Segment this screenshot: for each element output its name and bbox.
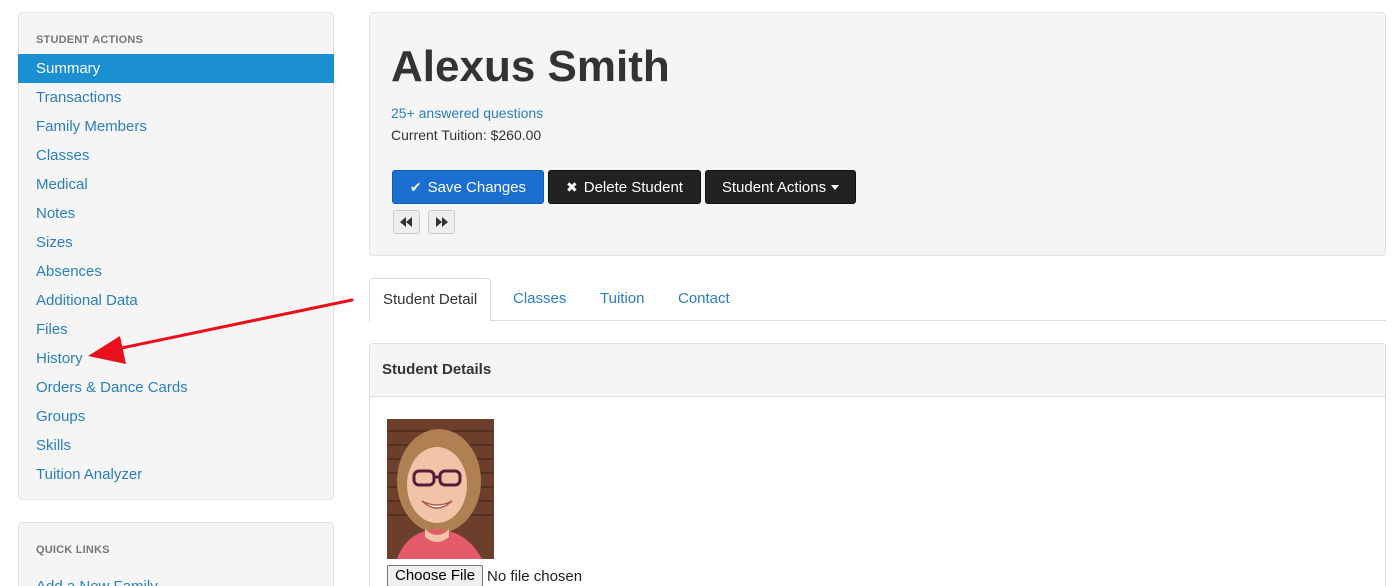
student-actions-label: Student Actions bbox=[721, 178, 827, 196]
student-photo bbox=[387, 419, 494, 559]
student-tabs: Student Detail Classes Tuition Contact bbox=[369, 278, 1386, 322]
previous-student-button[interactable] bbox=[393, 210, 420, 234]
sidebar-item-files[interactable]: Files bbox=[19, 315, 333, 344]
save-changes-label: Save Changes bbox=[427, 178, 527, 196]
student-header-panel: Alexus Smith 25+ answered questions Curr… bbox=[369, 12, 1386, 256]
tab-contact[interactable]: Contact bbox=[678, 278, 730, 321]
file-status: No file chosen bbox=[487, 567, 583, 585]
sidebar-item-tuition-analyzer[interactable]: Tuition Analyzer bbox=[19, 460, 333, 489]
backward-icon bbox=[400, 217, 412, 227]
student-actions-header: STUDENT ACTIONS bbox=[36, 34, 144, 46]
sidebar-item-history[interactable]: History bbox=[19, 344, 333, 373]
sidebar-item-summary[interactable]: Summary bbox=[18, 54, 334, 83]
student-details-heading: Student Details bbox=[370, 344, 1385, 397]
sidebar-item-sizes[interactable]: Sizes bbox=[19, 228, 333, 257]
sidebar-item-orders-dance-cards[interactable]: Orders & Dance Cards bbox=[19, 373, 333, 402]
sidebar-item-absences[interactable]: Absences bbox=[19, 257, 333, 286]
answered-questions-link[interactable]: 25+ answered questions bbox=[391, 105, 543, 121]
quick-links-header: QUICK LINKS bbox=[36, 544, 110, 556]
check-icon: ✔ bbox=[409, 178, 422, 195]
student-actions-panel: STUDENT ACTIONS Summary Transactions Fam… bbox=[18, 12, 334, 500]
quick-link-add-new-family[interactable]: Add a New Family bbox=[19, 572, 333, 586]
sidebar-item-groups[interactable]: Groups bbox=[19, 402, 333, 431]
save-changes-button[interactable]: ✔ Save Changes bbox=[392, 170, 544, 204]
student-actions-dropdown[interactable]: Student Actions bbox=[705, 170, 856, 204]
sidebar-item-classes[interactable]: Classes bbox=[19, 141, 333, 170]
sidebar-item-medical[interactable]: Medical bbox=[19, 170, 333, 199]
tab-student-detail[interactable]: Student Detail bbox=[369, 278, 492, 322]
sidebar-item-notes[interactable]: Notes bbox=[19, 199, 333, 228]
delete-student-button[interactable]: ✖ Delete Student bbox=[548, 170, 701, 204]
choose-file-button[interactable]: Choose File bbox=[387, 565, 484, 586]
photo-upload: Choose File No file chosen bbox=[387, 565, 582, 586]
current-tuition: Current Tuition: $260.00 bbox=[391, 127, 542, 143]
tab-tuition[interactable]: Tuition bbox=[600, 278, 644, 321]
student-details-panel: Student Details Choose File No file chos… bbox=[369, 343, 1386, 586]
sidebar-item-transactions[interactable]: Transactions bbox=[19, 83, 333, 112]
student-name: Alexus Smith bbox=[391, 42, 670, 91]
sidebar-item-family-members[interactable]: Family Members bbox=[19, 112, 333, 141]
x-icon: ✖ bbox=[566, 178, 578, 195]
delete-student-label: Delete Student bbox=[583, 178, 683, 196]
sidebar-item-additional-data[interactable]: Additional Data bbox=[19, 286, 333, 315]
student-actions-list: Summary Transactions Family Members Clas… bbox=[18, 54, 334, 489]
quick-links-panel: QUICK LINKS Add a New Family bbox=[18, 522, 334, 586]
next-student-button[interactable] bbox=[428, 210, 455, 234]
quick-links-list: Add a New Family bbox=[19, 572, 333, 586]
tab-classes[interactable]: Classes bbox=[513, 278, 566, 321]
sidebar-item-skills[interactable]: Skills bbox=[19, 431, 333, 460]
caret-down-icon bbox=[831, 184, 840, 190]
forward-icon bbox=[436, 217, 448, 227]
